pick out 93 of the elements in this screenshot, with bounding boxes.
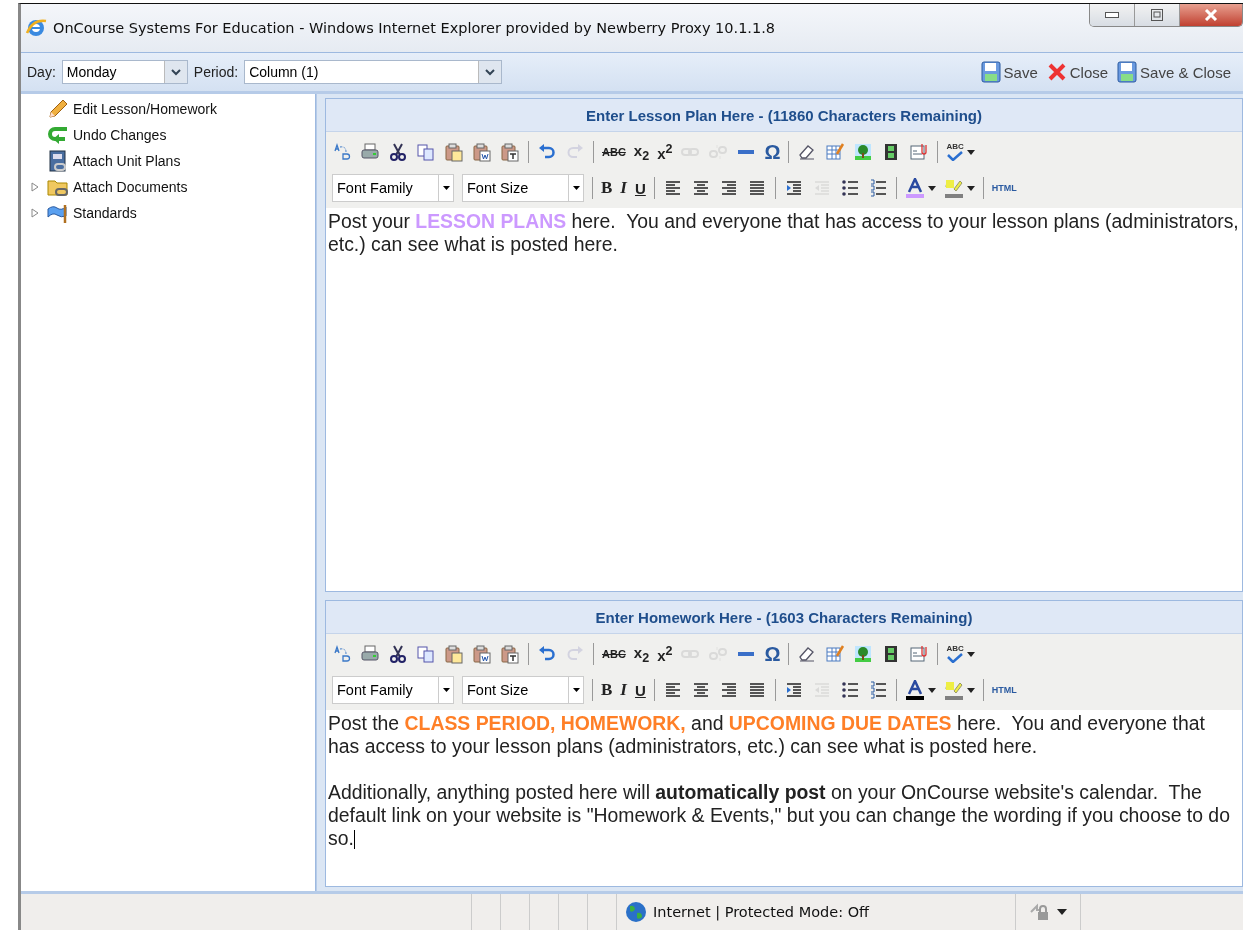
folder-icon (47, 177, 69, 197)
find-replace-icon[interactable] (332, 644, 352, 664)
expand-arrow-icon[interactable] (31, 208, 39, 218)
strikethrough-button[interactable]: ABC (602, 648, 626, 660)
font-color-icon[interactable] (904, 680, 925, 700)
window-title: OnCourse Systems For Education - Windows Internet Explorer provided by Newberry Proxy 10.1.1.8 (53, 20, 776, 36)
dropdown-caret-icon[interactable] (966, 651, 975, 657)
minimize-button[interactable] (1090, 4, 1135, 26)
day-label: Day: (27, 64, 56, 80)
dropdown-caret-icon[interactable] (442, 186, 450, 190)
dropdown-caret-icon[interactable] (442, 688, 450, 692)
paragraph: Additionally, anything posted here will automatically post on your OnCourse website's calendar. The default link on your website is "Homework & Events," but you can change the wording if you choose to do so. (328, 781, 1231, 850)
scissors-icon[interactable] (388, 644, 408, 664)
underline-button[interactable]: U (634, 681, 646, 699)
sidebar-item[interactable]: Attach Documents (73, 179, 188, 195)
chevron-down-icon[interactable] (485, 68, 496, 76)
superscript-button[interactable]: x$^{2}$ (657, 142, 673, 162)
italic-button[interactable]: I (620, 680, 627, 700)
bullet-list-icon[interactable] (839, 178, 860, 198)
html-button[interactable]: HTML (991, 685, 1017, 695)
restore-icon[interactable] (1151, 9, 1163, 21)
tree-picture-icon[interactable] (853, 644, 874, 664)
dropdown-caret-icon[interactable] (572, 186, 580, 190)
dropdown-caret-icon[interactable] (572, 688, 580, 692)
dropdown-caret-icon[interactable] (966, 185, 975, 191)
period-dropdown[interactable]: Column (1) (244, 60, 503, 84)
spellcheck-button[interactable]: ABC (946, 143, 964, 161)
table-icon[interactable] (825, 142, 846, 162)
editor-title: Enter Homework Here - (1603 Characters Remaining) (595, 608, 973, 626)
template-icon[interactable] (909, 644, 930, 664)
editor-title: Enter Lesson Plan Here - (11860 Characters Remaining) (586, 106, 982, 124)
superscript-button[interactable]: x$^{2}$ (657, 644, 673, 664)
bold-button[interactable]: B (601, 680, 613, 700)
font-color-icon[interactable] (904, 178, 925, 198)
font-select[interactable]: Font Family (332, 174, 454, 202)
sidebar-item[interactable]: Attach Unit Plans (73, 153, 181, 169)
book-icon (47, 150, 69, 172)
printer-icon[interactable] (360, 142, 380, 162)
copy-icon[interactable] (416, 142, 436, 162)
italic-button[interactable]: I (620, 178, 627, 198)
security-zone-text: Internet | Protected Mode: Off (653, 904, 870, 920)
symbol-button[interactable]: Ω (764, 642, 781, 666)
day-dropdown[interactable]: Monday (61, 60, 188, 84)
globe-icon (625, 901, 647, 923)
font-select[interactable]: Font Size (462, 174, 584, 202)
dropdown-caret-icon[interactable] (1057, 909, 1067, 915)
maximize-button[interactable] (1135, 4, 1180, 26)
curved-arrow-icon (47, 125, 69, 145)
strikethrough-button[interactable]: ABC (602, 146, 626, 158)
find-replace-icon[interactable] (332, 142, 352, 162)
clipboard-text-icon[interactable] (500, 142, 520, 162)
paragraph: Post the CLASS PERIOD, HOMEWORK, and UPCOMING DUE DATES here. You and everyone that has access to your lesson plans (administrators, etc.) can see what is posted here. (328, 712, 1206, 758)
dropdown-caret-icon[interactable] (966, 687, 975, 693)
printer-icon[interactable] (360, 644, 380, 664)
bullet-list-icon[interactable] (839, 680, 860, 700)
sidebar-item[interactable]: Standards (73, 205, 137, 221)
period-label: Period: (193, 64, 239, 80)
font-select[interactable]: Font Size (462, 676, 584, 704)
close-button[interactable] (1180, 4, 1242, 26)
underline-button[interactable]: U (634, 179, 646, 197)
toolbar-action-link[interactable]: Save & Close (1140, 63, 1231, 81)
copy-icon[interactable] (416, 644, 436, 664)
dropdown-caret-icon[interactable] (966, 149, 975, 155)
bold-button[interactable]: B (601, 178, 613, 198)
subscript-button[interactable]: x$_{2}$ (633, 141, 650, 163)
toolbar-action-link[interactable]: Save (1003, 63, 1038, 81)
clipboard-icon[interactable] (444, 644, 464, 664)
browser-logo-icon (25, 17, 47, 39)
sidebar-item[interactable]: Edit Lesson/Homework (73, 101, 217, 117)
scissors-icon[interactable] (388, 142, 408, 162)
template-icon[interactable] (909, 142, 930, 162)
table-icon[interactable] (825, 644, 846, 664)
clipboard-word-icon[interactable] (472, 142, 492, 162)
dropdown-caret-icon[interactable] (927, 185, 936, 191)
sidebar-item[interactable]: Undo Changes (73, 127, 167, 143)
flag-icon (47, 203, 69, 223)
pencil-icon (47, 99, 69, 119)
close-icon[interactable] (1046, 62, 1067, 82)
tree-picture-icon[interactable] (853, 142, 874, 162)
paragraph: Post your LESSON PLANS here. You and everyone that has access to your lesson plans (administrators, etc.) can see what is posted here. (328, 210, 1240, 256)
clipboard-word-icon[interactable] (472, 644, 492, 664)
subscript-button[interactable]: x$_{2}$ (633, 643, 650, 665)
symbol-button[interactable]: Ω (764, 140, 781, 164)
spellcheck-button[interactable]: ABC (946, 645, 964, 663)
chevron-down-icon[interactable] (170, 68, 181, 76)
minimize-icon[interactable] (1105, 12, 1119, 18)
clipboard-text-icon[interactable] (500, 644, 520, 664)
clipboard-icon[interactable] (444, 142, 464, 162)
html-button[interactable]: HTML (991, 183, 1017, 193)
font-select[interactable]: Font Family (332, 676, 454, 704)
toolbar-action-link[interactable]: Close (1069, 63, 1109, 81)
dropdown-caret-icon[interactable] (927, 687, 936, 693)
expand-arrow-icon[interactable] (31, 182, 39, 192)
